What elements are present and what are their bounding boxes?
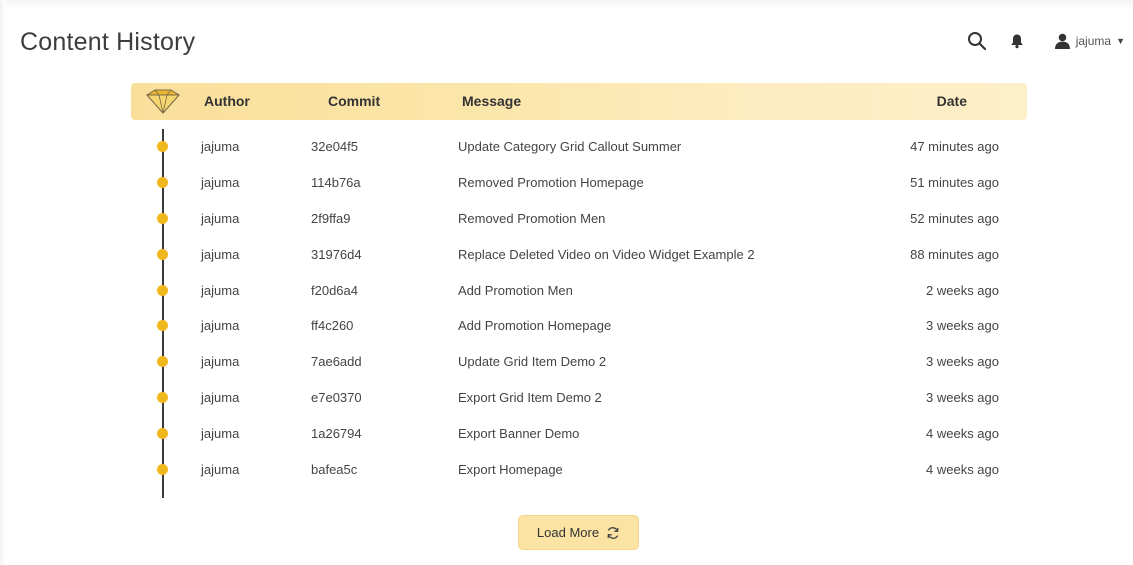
- load-more-label: Load More: [536, 525, 600, 540]
- commit-history-table: Author Commit Message Date jajuma 32e04f…: [131, 83, 1027, 498]
- table-header: Author Commit Message Date: [131, 83, 1027, 120]
- date-cell: 3 weeks ago: [926, 390, 999, 406]
- content-history-page: Content History jajuma ▼ Author Commit M…: [0, 0, 1133, 565]
- commit-list: jajuma 32e04f5 Update Category Grid Call…: [131, 129, 1027, 498]
- timeline-dot: [157, 392, 168, 404]
- commit-cell: f20d6a4: [311, 282, 358, 298]
- timeline-dot: [157, 428, 168, 440]
- table-row[interactable]: jajuma bafea5c Export Homepage 4 weeks a…: [131, 452, 1027, 488]
- commit-cell: bafea5c: [311, 462, 358, 478]
- table-row[interactable]: jajuma 31976d4 Replace Deleted Video on …: [131, 237, 1027, 273]
- date-cell: 4 weeks ago: [926, 426, 999, 442]
- author-cell: jajuma: [201, 282, 240, 298]
- refresh-icon: [606, 526, 620, 540]
- table-row[interactable]: jajuma 32e04f5 Update Category Grid Call…: [131, 129, 1027, 165]
- page-title: Content History: [20, 28, 196, 56]
- author-cell: jajuma: [201, 426, 240, 442]
- timeline-dot: [157, 464, 168, 476]
- commit-cell: 1a26794: [311, 426, 362, 442]
- caret-down-icon: ▼: [1116, 36, 1125, 46]
- left-shadow: [0, 0, 6, 565]
- commit-cell: 31976d4: [311, 246, 362, 262]
- top-shadow: [0, 0, 1133, 10]
- table-row[interactable]: jajuma e7e0370 Export Grid Item Demo 2 3…: [131, 380, 1027, 416]
- date-cell: 3 weeks ago: [926, 318, 999, 334]
- column-header-commit: Commit: [328, 93, 381, 109]
- timeline-dot: [157, 141, 168, 152]
- message-cell: Add Promotion Homepage: [458, 318, 612, 334]
- commit-cell: 114b76a: [311, 174, 361, 190]
- commit-cell: 7ae6add: [311, 354, 362, 370]
- table-row[interactable]: jajuma 7ae6add Update Grid Item Demo 2 3…: [131, 344, 1027, 380]
- date-cell: 2 weeks ago: [926, 282, 999, 298]
- author-cell: jajuma: [201, 354, 240, 370]
- date-cell: 51 minutes ago: [910, 174, 999, 190]
- timeline-dot: [157, 320, 168, 332]
- message-cell: Update Category Grid Callout Summer: [458, 139, 682, 154]
- author-cell: jajuma: [201, 462, 240, 478]
- commit-cell: e7e0370: [311, 390, 362, 406]
- column-header-author: Author: [204, 93, 250, 109]
- table-row[interactable]: jajuma ff4c260 Add Promotion Homepage 3 …: [131, 308, 1027, 344]
- date-cell: 52 minutes ago: [910, 210, 999, 226]
- date-cell: 88 minutes ago: [910, 246, 999, 262]
- timeline-dot: [157, 356, 168, 368]
- timeline-dot: [157, 176, 168, 188]
- author-cell: jajuma: [201, 390, 240, 406]
- user-name: jajuma: [1075, 34, 1112, 48]
- search-icon[interactable]: [966, 30, 988, 52]
- table-row[interactable]: jajuma 1a26794 Export Banner Demo 4 week…: [131, 416, 1027, 452]
- user-icon: [1054, 33, 1071, 49]
- message-cell: Removed Promotion Homepage: [458, 174, 644, 190]
- author-cell: jajuma: [201, 139, 240, 154]
- column-header-message: Message: [462, 93, 522, 109]
- load-more-button[interactable]: Load More: [518, 515, 639, 550]
- commit-cell: 32e04f5: [311, 139, 358, 154]
- message-cell: Add Promotion Men: [458, 282, 573, 298]
- author-cell: jajuma: [201, 174, 240, 190]
- commit-cell: ff4c260: [311, 318, 354, 334]
- header-toolbar: jajuma ▼: [966, 30, 1125, 52]
- table-row[interactable]: jajuma 114b76a Removed Promotion Homepag…: [131, 165, 1027, 201]
- user-menu[interactable]: jajuma ▼: [1054, 33, 1125, 49]
- message-cell: Export Grid Item Demo 2: [458, 390, 602, 406]
- message-cell: Export Banner Demo: [458, 426, 580, 442]
- timeline-dot: [157, 284, 168, 296]
- timeline-dot: [157, 212, 168, 224]
- message-cell: Update Grid Item Demo 2: [458, 354, 607, 370]
- timeline-dot: [157, 248, 168, 260]
- table-row[interactable]: jajuma f20d6a4 Add Promotion Men 2 weeks…: [131, 273, 1027, 309]
- author-cell: jajuma: [201, 246, 240, 262]
- message-cell: Export Homepage: [458, 462, 563, 478]
- date-cell: 47 minutes ago: [910, 139, 999, 154]
- bell-icon[interactable]: [1006, 30, 1028, 52]
- date-cell: 3 weeks ago: [926, 354, 999, 370]
- date-cell: 4 weeks ago: [926, 462, 999, 478]
- author-cell: jajuma: [201, 318, 240, 334]
- author-cell: jajuma: [201, 210, 240, 226]
- commit-cell: 2f9ffa9: [311, 210, 351, 226]
- table-row[interactable]: jajuma 2f9ffa9 Removed Promotion Men 52 …: [131, 201, 1027, 237]
- logo-icon: [145, 89, 181, 115]
- message-cell: Replace Deleted Video on Video Widget Ex…: [458, 246, 755, 262]
- message-cell: Removed Promotion Men: [458, 210, 606, 226]
- column-header-date: Date: [936, 93, 967, 109]
